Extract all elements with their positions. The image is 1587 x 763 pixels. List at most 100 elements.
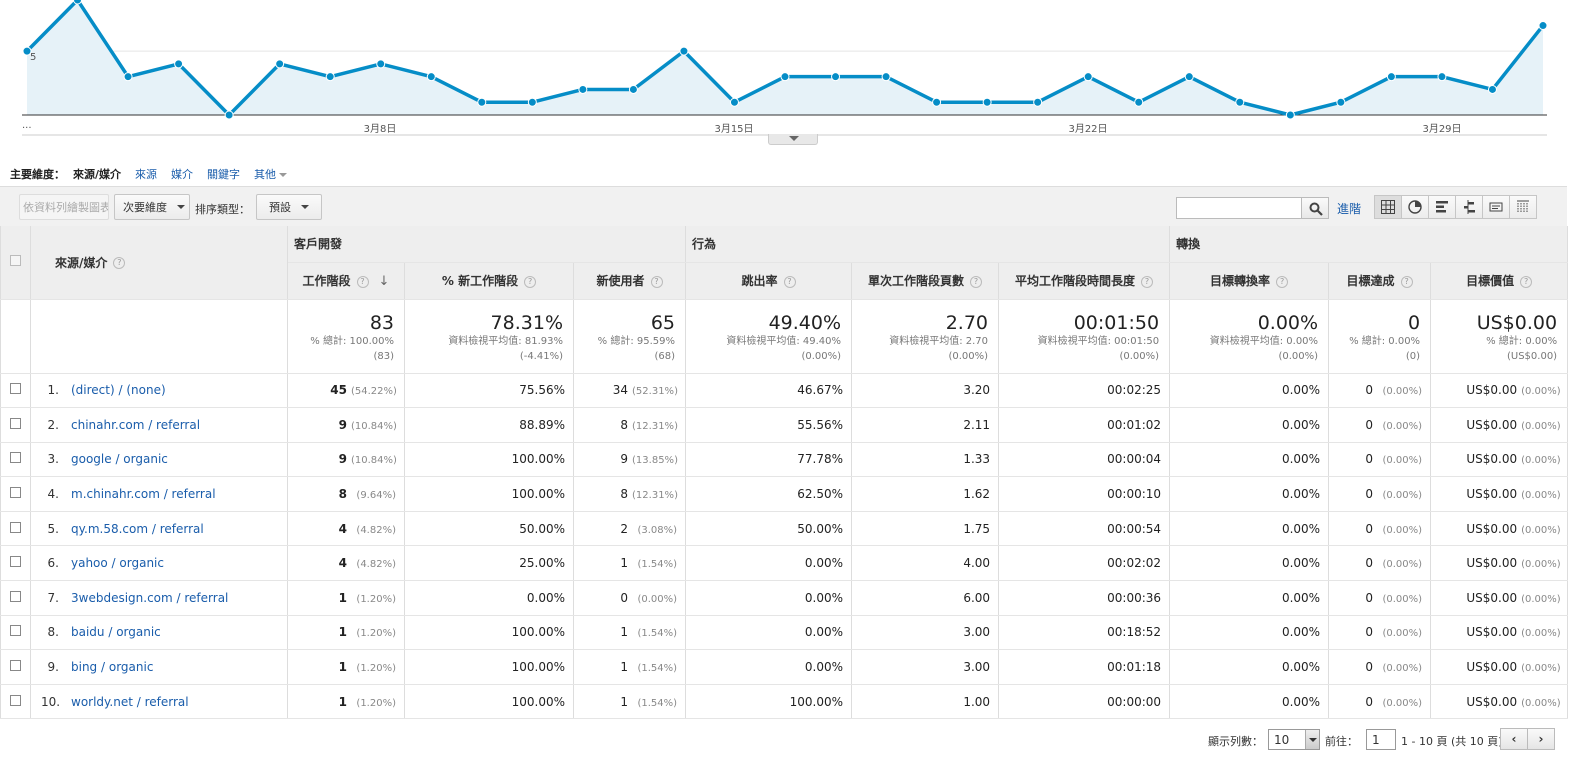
metric-label: 工作階段: [302, 274, 351, 288]
table-toolbar: 依資料列繪製圖表 次要維度 排序類型： 預設 進階: [0, 186, 1567, 226]
cell-avg-session-duration: 00:00:36: [998, 580, 1171, 616]
help-icon[interactable]: ?: [650, 275, 663, 288]
prev-page-button[interactable]: ‹: [1500, 728, 1528, 750]
row-checkbox[interactable]: [10, 452, 21, 464]
table-view-button[interactable]: [1374, 195, 1402, 219]
metric-header-goal-completions[interactable]: 目標達成?: [1328, 262, 1432, 300]
cell-bounce-rate: 50.00%: [685, 511, 853, 547]
metric-header-pages-per-session[interactable]: 單次工作階段頁數?: [851, 262, 1000, 300]
metric-header-new-sessions-pct[interactable]: % 新工作階段?: [404, 262, 574, 300]
cell-goal-value: US$0.00 (0.00%): [1430, 373, 1569, 409]
cell-value: 9: [338, 452, 347, 467]
source-medium-link[interactable]: (direct) / (none): [71, 383, 166, 397]
source-medium-link[interactable]: yahoo / organic: [71, 556, 164, 570]
help-icon[interactable]: ?: [970, 275, 983, 288]
metric-header-new-users[interactable]: 新使用者?: [573, 262, 687, 300]
search-button[interactable]: [1301, 197, 1329, 219]
row-checkbox[interactable]: [10, 625, 21, 637]
row-select-cell: [0, 649, 31, 685]
cell-sessions: 45 (54.22%): [287, 373, 405, 409]
cell-value: 0.00%: [1281, 521, 1321, 536]
advanced-filter-link[interactable]: 進階: [1337, 200, 1361, 217]
data-point: [578, 84, 588, 94]
help-icon[interactable]: ?: [356, 275, 369, 288]
dimension-source-link[interactable]: 來源: [135, 166, 157, 182]
next-page-button[interactable]: ›: [1527, 728, 1555, 750]
comparison-view-button[interactable]: [1455, 195, 1483, 219]
sort-type-dropdown[interactable]: 預設: [256, 194, 322, 220]
row-checkbox[interactable]: [10, 487, 21, 499]
cell-goal-value: US$0.00 (0.00%): [1430, 545, 1569, 582]
help-icon[interactable]: ?: [1276, 275, 1289, 288]
performance-view-button[interactable]: [1428, 195, 1456, 219]
total-note: 資料檢視平均值: 81.93%: [448, 335, 563, 347]
pie-view-button[interactable]: [1401, 195, 1429, 219]
cell-value: 0: [1365, 660, 1374, 675]
total-note: % 總計: 0.00%: [1486, 335, 1558, 347]
data-point: [1487, 84, 1497, 94]
cell-percent: (0.00%): [1382, 593, 1423, 605]
x-tick-label: 3月8日: [363, 124, 397, 135]
row-checkbox[interactable]: [10, 694, 21, 706]
term-cloud-view-button[interactable]: [1482, 195, 1510, 219]
help-icon[interactable]: ?: [1400, 275, 1413, 288]
source-medium-link[interactable]: qy.m.58.com / referral: [71, 522, 204, 536]
row-index: 4.: [47, 487, 59, 502]
chart-collapse-toggle[interactable]: [768, 134, 818, 145]
row-checkbox[interactable]: [10, 417, 21, 429]
cell-value: 0.00%: [1281, 590, 1321, 605]
help-icon[interactable]: ?: [524, 275, 537, 288]
cell-percent: (0.00%): [1521, 697, 1561, 709]
cell-new-sessions-pct: 100.00%: [404, 442, 574, 478]
cell-value: 1.75: [963, 521, 991, 536]
row-checkbox[interactable]: [10, 660, 21, 672]
metric-header-goal-conversion-rate[interactable]: 目標轉換率?: [1169, 262, 1330, 300]
dimension-other-dropdown[interactable]: 其他: [254, 166, 288, 182]
cell-goal-completions: 0 (0.00%): [1328, 476, 1432, 512]
source-medium-link[interactable]: baidu / organic: [71, 625, 161, 639]
cell-new-users: 0 (0.00%): [573, 580, 687, 616]
dimension-keyword-link[interactable]: 關鍵字: [207, 166, 240, 182]
row-checkbox[interactable]: [10, 590, 21, 602]
help-icon[interactable]: ?: [783, 275, 796, 288]
total-note: (0.00%): [1119, 350, 1160, 362]
plot-rows-button[interactable]: 依資料列繪製圖表: [19, 194, 109, 220]
help-icon[interactable]: ?: [1520, 275, 1533, 288]
cell-value: 0: [1365, 694, 1374, 709]
cell-percent: (9.64%): [356, 490, 396, 502]
metric-header-bounce-rate[interactable]: 跳出率?: [685, 262, 853, 300]
table-row: 6. yahoo / organic 4 (4.82%) 25.00% 1 (1.54%) 0…: [0, 545, 1569, 582]
row-checkbox[interactable]: [10, 383, 21, 395]
table-search-input[interactable]: [1176, 197, 1302, 219]
pivot-view-button[interactable]: [1509, 195, 1537, 219]
cell-sessions: 1 (1.20%): [287, 615, 405, 651]
metric-header-sessions[interactable]: 工作階段? ↓: [287, 262, 405, 300]
row-checkbox[interactable]: [10, 521, 21, 533]
select-all-checkbox[interactable]: [10, 255, 21, 267]
cell-value: 00:01:18: [1107, 660, 1162, 675]
help-icon[interactable]: ?: [1141, 275, 1154, 288]
source-medium-link[interactable]: bing / organic: [71, 660, 153, 674]
source-medium-link[interactable]: google / organic: [71, 452, 168, 466]
table-row: 5. qy.m.58.com / referral 4 (4.82%) 50.00% 2 (…: [0, 511, 1569, 547]
source-medium-link[interactable]: chinahr.com / referral: [71, 418, 200, 432]
help-icon[interactable]: ?: [113, 257, 126, 270]
source-medium-link[interactable]: m.chinahr.com / referral: [71, 487, 216, 501]
dimension-medium-link[interactable]: 媒介: [171, 166, 193, 182]
caret-down-icon: [279, 173, 288, 177]
source-medium-link[interactable]: worldy.net / referral: [71, 695, 189, 709]
dimension-header[interactable]: 來源/媒介?: [30, 226, 288, 300]
metric-header-avg-session-duration[interactable]: 平均工作階段時間長度?: [998, 262, 1171, 300]
y-tick-label: 5: [30, 52, 37, 63]
secondary-dimension-dropdown[interactable]: 次要維度: [114, 194, 190, 220]
row-checkbox[interactable]: [10, 556, 21, 568]
cell-percent: (0.00%): [1382, 559, 1423, 571]
cell-pages-per-session: 1.62: [851, 476, 1000, 512]
cell-goal-conversion-rate: 0.00%: [1169, 649, 1330, 685]
source-medium-link[interactable]: 3webdesign.com / referral: [71, 591, 228, 605]
data-point: [174, 59, 184, 69]
metric-header-goal-value[interactable]: 目標價值?: [1430, 262, 1569, 300]
rows-per-page-select[interactable]: 10: [1268, 729, 1320, 750]
cell-goal-value: US$0.00 (0.00%): [1430, 649, 1569, 685]
goto-page-input[interactable]: 1: [1366, 729, 1396, 750]
